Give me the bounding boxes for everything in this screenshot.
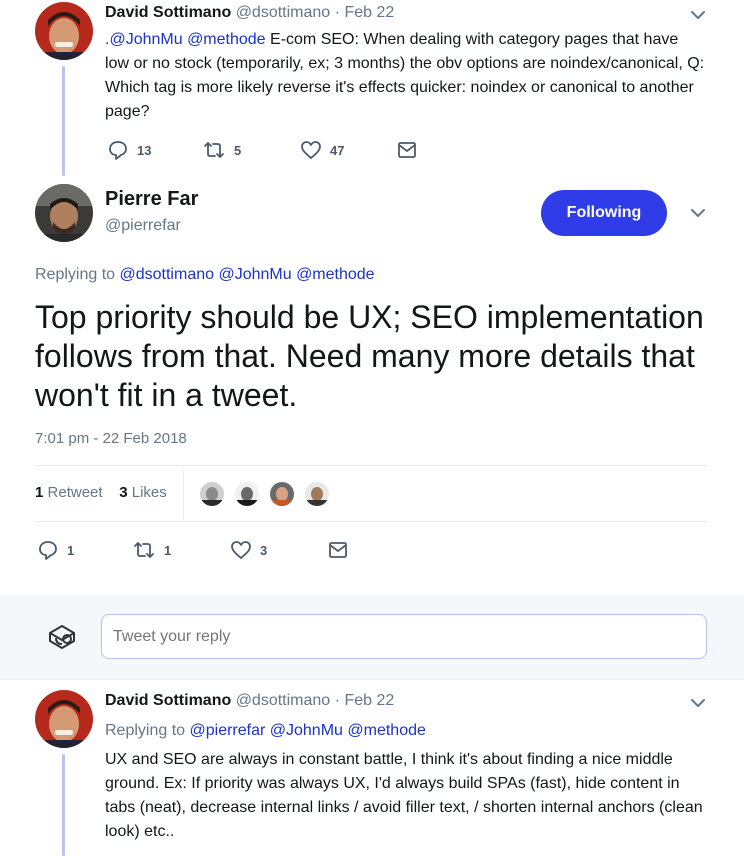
replying-to-label: Replying to [105,722,186,739]
likes-stat-label: Likes [131,484,167,501]
like-button[interactable]: 3 [230,539,267,561]
direct-message-button[interactable] [327,539,349,561]
tweet-header: David Sottimano @dsottimano · Feb 22 [105,692,394,710]
tweet-text: UX and SEO are always in constant battle… [105,751,703,840]
chevron-down-icon[interactable] [687,202,709,224]
retweet-count: 1 [164,542,172,558]
chevron-down-icon[interactable] [687,4,709,26]
author-name[interactable]: David Sottimano [105,4,231,21]
author-handle[interactable]: @pierrefar [105,217,181,235]
retweet-stat-label: Retweet [47,484,103,501]
separator-dot: · [334,4,340,21]
replying-to-mentions[interactable]: @dsottimano @JohnMu @methode [120,266,375,283]
avatar-david-sottimano[interactable] [35,2,93,60]
replying-to: Replying to @pierrefar @JohnMu @methode [105,722,426,740]
reply-count: 13 [137,142,152,158]
reply-icon [39,541,57,560]
envelope-icon [329,542,347,558]
tweet-timestamp[interactable]: 7:01 pm - 22 Feb 2018 [35,430,187,447]
retweet-count: 5 [234,142,242,158]
replying-to: Replying to @dsottimano @JohnMu @methode [35,266,375,284]
heart-icon [301,141,321,159]
retweet-button[interactable]: 5 [202,139,241,161]
retweet-stat[interactable]: 1 Retweet [35,484,103,501]
like-count: 3 [260,542,268,558]
chevron-down-icon[interactable] [687,692,709,714]
likes-stat[interactable]: 3 Likes [119,484,167,501]
reply-icon [109,141,127,160]
replying-to-mentions[interactable]: @pierrefar @JohnMu @methode [190,722,426,739]
thread-line [62,66,65,176]
tweet-date[interactable]: Feb 22 [344,4,394,21]
retweet-button[interactable]: 1 [132,539,171,561]
reply-button[interactable]: 13 [107,139,151,161]
liker-avatar[interactable] [233,480,261,508]
following-button[interactable]: Following [541,190,667,236]
mention-link[interactable]: @methode [187,31,266,48]
author-handle[interactable]: @dsottimano [236,4,331,21]
author-name[interactable]: Pierre Far [105,188,198,211]
tweet-text: .@JohnMu @methode E-com SEO: When dealin… [105,28,705,124]
divider [35,521,707,522]
separator-dot: · [334,692,340,709]
replying-to-label: Replying to [35,266,116,283]
liker-avatar[interactable] [303,480,331,508]
liker-avatar[interactable] [268,480,296,508]
envelope-icon [398,142,416,158]
heart-icon [231,541,251,559]
retweet-stat-count: 1 [35,484,44,501]
tweet-header: David Sottimano @dsottimano · Feb 22 [105,4,394,22]
like-count: 47 [330,142,345,158]
user-avatar-icon [44,619,80,655]
reply-button[interactable]: 1 [37,539,74,561]
divider [183,470,184,520]
divider [35,465,707,466]
avatar-pierre-far[interactable] [35,184,93,242]
avatar-david-sottimano[interactable] [35,690,93,748]
liker-avatar[interactable] [198,480,226,508]
like-button[interactable]: 47 [300,139,344,161]
author-name[interactable]: David Sottimano [105,692,231,709]
tweet-reply-input[interactable] [101,614,707,659]
reply-count: 1 [67,542,75,558]
divider [0,679,744,680]
tweet-stats: 1 Retweet 3 Likes [35,484,167,501]
tweet-text: Top priority should be UX; SEO implement… [35,299,704,413]
retweet-icon [134,542,154,558]
tweet-date[interactable]: Feb 22 [344,692,394,709]
mention-link[interactable]: .@JohnMu [105,31,183,48]
direct-message-button[interactable] [396,139,418,161]
thread-line [62,754,65,856]
likes-stat-count: 3 [119,484,128,501]
retweet-icon [204,142,224,158]
author-handle[interactable]: @dsottimano [236,692,331,709]
